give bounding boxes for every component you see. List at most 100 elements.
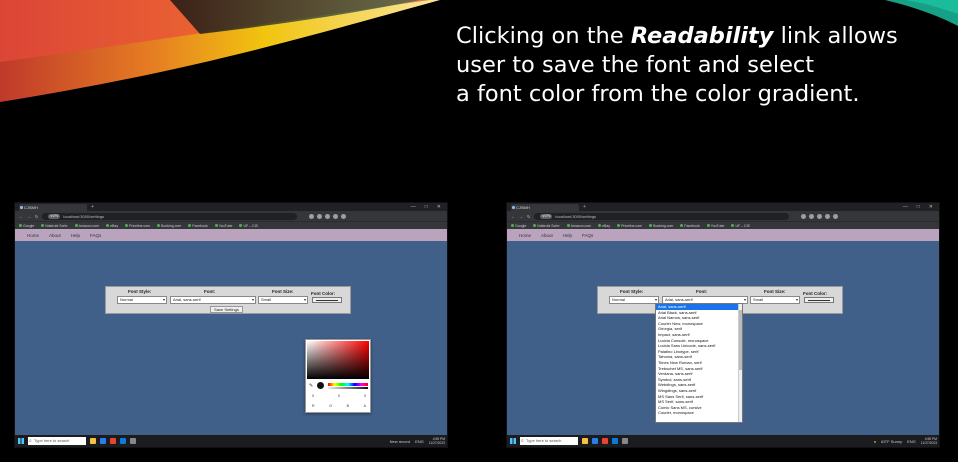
edge-icon[interactable] xyxy=(592,438,598,444)
forward-icon[interactable]: → xyxy=(27,214,31,219)
forward-icon[interactable]: → xyxy=(519,214,523,219)
settings-panel: Font Style: Font: Font Size: Font Color:… xyxy=(105,286,351,314)
font-color-swatch[interactable] xyxy=(312,297,342,303)
extension-icon[interactable] xyxy=(809,213,815,219)
file-explorer-icon[interactable] xyxy=(90,438,96,444)
minimize-icon[interactable]: — xyxy=(903,204,908,210)
url-field[interactable]: sVFk localhost:3000/settings xyxy=(42,212,298,220)
bookmark-item[interactable]: Facebook xyxy=(680,224,700,228)
extension-icon[interactable] xyxy=(817,213,823,219)
back-icon[interactable]: ← xyxy=(511,214,515,219)
app-icon[interactable] xyxy=(130,438,136,444)
nav-help[interactable]: Help xyxy=(563,233,572,238)
dropdown-scrollbar[interactable] xyxy=(738,304,742,422)
nav-about[interactable]: About xyxy=(541,233,553,238)
back-icon[interactable]: ← xyxy=(19,214,23,219)
profile-icon[interactable] xyxy=(833,213,839,219)
browser-tab[interactable]: CJSMH xyxy=(511,203,579,211)
channel-r-value[interactable]: 0 xyxy=(312,394,314,398)
clock[interactable]: 4:55 PM 11/27/2023 xyxy=(429,437,445,445)
extension-icon[interactable] xyxy=(325,213,331,219)
nav-faqs[interactable]: FAQs xyxy=(582,233,593,238)
font-select[interactable]: Arial, sans-serif xyxy=(170,296,256,304)
font-size-select[interactable]: Small xyxy=(258,296,308,304)
bookmark-item[interactable]: Booking.com xyxy=(649,224,673,228)
windows-start-icon[interactable] xyxy=(510,438,516,444)
font-color-swatch[interactable] xyxy=(804,297,834,303)
extension-icon[interactable] xyxy=(333,213,339,219)
new-tab-button[interactable]: + xyxy=(91,204,94,210)
nav-help[interactable]: Help xyxy=(71,233,80,238)
channel-b-value[interactable]: 0 xyxy=(364,394,366,398)
color-picker-popup: ✎ 0 0 0 R G B A xyxy=(305,339,371,413)
maximize-icon[interactable]: □ xyxy=(917,204,920,210)
bookmark-item[interactable]: YouTube xyxy=(706,224,724,228)
app-icon[interactable] xyxy=(622,438,628,444)
font-option[interactable]: Courier, monospace xyxy=(656,410,742,416)
clock[interactable]: 4:55 PM 11/27/2023 xyxy=(921,437,937,445)
bookmark-item[interactable]: Priceline.com xyxy=(617,224,642,228)
nav-home[interactable]: Home xyxy=(27,233,39,238)
url-field[interactable]: sVFk localhost:3000/settings xyxy=(534,212,790,220)
close-icon[interactable]: ✕ xyxy=(929,204,933,210)
taskbar-search[interactable]: Type here to search xyxy=(28,437,86,445)
language-indicator[interactable]: ENG xyxy=(907,439,916,444)
close-icon[interactable]: ✕ xyxy=(437,204,441,210)
alpha-slider[interactable] xyxy=(328,387,368,389)
channel-g-value[interactable]: 0 xyxy=(338,394,340,398)
font-size-select[interactable]: Small xyxy=(750,296,800,304)
maximize-icon[interactable]: □ xyxy=(425,204,428,210)
new-tab-button[interactable]: + xyxy=(583,204,586,210)
bookmark-item[interactable]: eBay xyxy=(598,224,610,228)
reload-icon[interactable]: ↻ xyxy=(35,214,38,219)
chrome-icon[interactable] xyxy=(602,438,608,444)
tray-status[interactable]: New record xyxy=(390,439,410,444)
browser-titlebar: CJSMH + — □ ✕ xyxy=(507,203,939,211)
page-body: Font Style: Font: Font Size: Font Color:… xyxy=(15,241,447,437)
bookmark-item[interactable]: UF – CIS xyxy=(731,224,750,228)
language-indicator[interactable]: ENG xyxy=(415,439,424,444)
eyedropper-icon[interactable]: ✎ xyxy=(309,383,313,389)
nav-about[interactable]: About xyxy=(49,233,61,238)
nav-home[interactable]: Home xyxy=(519,233,531,238)
bookmark-item[interactable]: Amazon.com xyxy=(74,224,99,228)
vscode-icon[interactable] xyxy=(120,438,126,444)
edge-icon[interactable] xyxy=(100,438,106,444)
bookmark-item[interactable]: Ndstrubi Scrbr xyxy=(533,224,560,228)
extension-icon[interactable] xyxy=(825,213,831,219)
extension-icon[interactable] xyxy=(309,213,315,219)
bookmark-item[interactable]: Facebook xyxy=(188,224,208,228)
browser-tab[interactable]: CJSMH xyxy=(19,203,87,211)
chrome-icon[interactable] xyxy=(110,438,116,444)
bookmark-item[interactable]: Ndstrubi Scrbr xyxy=(41,224,68,228)
extension-icon[interactable] xyxy=(801,213,807,219)
windows-start-icon[interactable] xyxy=(18,438,24,444)
bookmark-item[interactable]: Google xyxy=(511,224,526,228)
screenshot-font-dropdown: CJSMH + — □ ✕ ← → ↻ sVFk localhost:3000/… xyxy=(506,202,940,448)
vscode-icon[interactable] xyxy=(612,438,618,444)
bookmark-item[interactable]: Google xyxy=(19,224,34,228)
bookmark-item[interactable]: Priceline.com xyxy=(125,224,150,228)
bookmark-item[interactable]: UF – CIS xyxy=(239,224,258,228)
bookmark-item[interactable]: YouTube xyxy=(214,224,232,228)
color-gradient[interactable] xyxy=(307,341,369,379)
address-bar-row: ← → ↻ sVFk localhost:3000/settings xyxy=(507,211,939,221)
minimize-icon[interactable]: — xyxy=(411,204,416,210)
reload-icon[interactable]: ↻ xyxy=(527,214,530,219)
bookmark-item[interactable]: eBay xyxy=(106,224,118,228)
extension-icons xyxy=(309,213,347,219)
profile-icon[interactable] xyxy=(341,213,347,219)
save-settings-button[interactable]: Save Settings xyxy=(210,306,243,313)
taskbar-search[interactable]: Type here to search xyxy=(520,437,578,445)
font-style-select[interactable]: Normal xyxy=(117,296,167,304)
extension-icon[interactable] xyxy=(317,213,323,219)
nav-faqs[interactable]: FAQs xyxy=(90,233,101,238)
weather-icon[interactable]: ● xyxy=(874,439,876,444)
tray-status[interactable]: 63°F Sunny xyxy=(881,439,902,444)
bookmark-item[interactable]: Booking.com xyxy=(157,224,181,228)
file-explorer-icon[interactable] xyxy=(582,438,588,444)
scrollbar-thumb[interactable] xyxy=(739,310,742,370)
hue-slider[interactable] xyxy=(328,383,368,386)
font-style-select[interactable]: Normal xyxy=(609,296,659,304)
bookmark-item[interactable]: Amazon.com xyxy=(566,224,591,228)
